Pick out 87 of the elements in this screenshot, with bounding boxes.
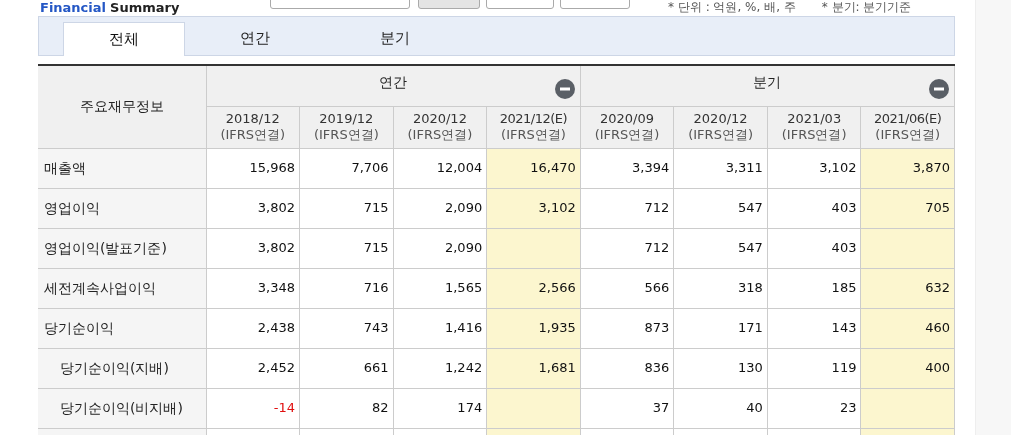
table-cell: 1,565 bbox=[393, 268, 487, 308]
table-cell: 715 bbox=[299, 228, 394, 268]
table-cell: -14 bbox=[206, 388, 300, 428]
group-label: 연간 bbox=[379, 74, 408, 91]
row-label: 세전계속사업이익 bbox=[38, 268, 206, 308]
table-cell: 119 bbox=[767, 348, 861, 388]
table-cell: 174 bbox=[393, 388, 487, 428]
table-cell: 12,004 bbox=[393, 148, 487, 188]
table-cell: 712 bbox=[580, 228, 674, 268]
group-label: 분기 bbox=[753, 74, 782, 91]
table-cell: 1,681 bbox=[486, 348, 581, 388]
section-title: Summary bbox=[110, 0, 180, 16]
period-label: 2021/06(E) bbox=[873, 111, 943, 127]
table-cell: 716 bbox=[299, 268, 394, 308]
period-label: 2020/12 bbox=[692, 111, 749, 127]
table-cell: 836 bbox=[580, 348, 674, 388]
table-cell: 632 bbox=[860, 268, 955, 308]
row-label: 영업이익(발표기준) bbox=[38, 228, 206, 268]
period-label: 2021/03 bbox=[786, 111, 843, 127]
unit-note: * 단위 : 억원, %, 배, 주 bbox=[668, 0, 796, 14]
table-cell: 712 bbox=[580, 188, 674, 228]
table-cell: 143 bbox=[767, 308, 861, 348]
table-cell: 3,870 bbox=[860, 148, 955, 188]
table-cell: 37 bbox=[580, 388, 674, 428]
table-cell: 873 bbox=[580, 308, 674, 348]
row-label: 영업이익 bbox=[38, 188, 206, 228]
table-cell: 3,394 bbox=[580, 148, 674, 188]
collapse-icon[interactable] bbox=[554, 79, 575, 99]
table-cell: 1,935 bbox=[486, 308, 581, 348]
table-cell: 82 bbox=[299, 388, 394, 428]
period-label: 2019/12 bbox=[318, 111, 375, 127]
table-cell: 1,242 bbox=[393, 348, 487, 388]
table-cell: 7,706 bbox=[299, 148, 394, 188]
table-cell: 400 bbox=[860, 348, 955, 388]
table-cell: 23 bbox=[767, 388, 861, 428]
period-label: 2018/12 bbox=[224, 111, 281, 127]
table-cell: 130 bbox=[673, 348, 768, 388]
basis-label: (IFRS연결) bbox=[406, 127, 474, 143]
tab[interactable]: 연간 bbox=[185, 21, 325, 55]
header-cell: 주요재무정보 bbox=[38, 66, 206, 148]
table-cell: 661 bbox=[299, 348, 394, 388]
table-cell: 2,090 bbox=[393, 188, 487, 228]
table-cell: 715 bbox=[299, 188, 394, 228]
basis-label: (IFRS연결) bbox=[500, 127, 567, 143]
table-cell: 16,470 bbox=[486, 148, 581, 188]
basis-label: (IFRS연결) bbox=[312, 127, 380, 143]
table-cell: 3,102 bbox=[486, 188, 581, 228]
table-cell: 3,311 bbox=[673, 148, 768, 188]
table-cell: 3,102 bbox=[767, 148, 861, 188]
section-title: Financial bbox=[40, 0, 106, 16]
row-label: 당기순이익(지배) bbox=[38, 348, 206, 388]
basis-label: (IFRS연결) bbox=[780, 127, 848, 143]
table-cell: 705 bbox=[860, 188, 955, 228]
row-label: 매출액 bbox=[38, 148, 206, 188]
basis-label: (IFRS연결) bbox=[219, 127, 287, 143]
table-cell: 318 bbox=[673, 268, 768, 308]
table-cell: 185 bbox=[767, 268, 861, 308]
table-cell: 547 bbox=[673, 188, 768, 228]
tab[interactable]: 분기 bbox=[325, 21, 465, 55]
table-cell: 743 bbox=[299, 308, 394, 348]
table-cell: 547 bbox=[673, 228, 768, 268]
basis-label: (IFRS연결) bbox=[593, 127, 661, 143]
table-cell: 403 bbox=[767, 188, 861, 228]
collapse-icon[interactable] bbox=[929, 79, 949, 99]
period-label: 2021/12(E) bbox=[498, 111, 569, 127]
table-cell: 3,802 bbox=[206, 188, 300, 228]
table-cell: 15,968 bbox=[206, 148, 300, 188]
unit-note: * 분기: 분기기준 bbox=[821, 0, 912, 14]
table-cell: 3,348 bbox=[206, 268, 300, 308]
tab[interactable]: 전체 bbox=[63, 22, 185, 56]
basis-label: (IFRS연결) bbox=[874, 127, 942, 143]
table-cell: 171 bbox=[673, 308, 768, 348]
table-cell: 403 bbox=[767, 228, 861, 268]
basis-label: (IFRS연결) bbox=[687, 127, 754, 143]
table-cell: 2,452 bbox=[206, 348, 300, 388]
row-label: 당기순이익 bbox=[38, 308, 206, 348]
table-cell: 1,416 bbox=[393, 308, 487, 348]
table-cell: 566 bbox=[580, 268, 674, 308]
table-cell: 460 bbox=[860, 308, 955, 348]
row-label: 당기순이익(비지배) bbox=[38, 388, 206, 428]
table-cell: 2,090 bbox=[393, 228, 487, 268]
table-cell: 3,802 bbox=[206, 228, 300, 268]
table-cell: 40 bbox=[673, 388, 768, 428]
period-label: 2020/09 bbox=[599, 111, 656, 127]
table-cell: 2,438 bbox=[206, 308, 300, 348]
table-cell: 2,566 bbox=[486, 268, 581, 308]
period-label: 2020/12 bbox=[411, 111, 468, 127]
